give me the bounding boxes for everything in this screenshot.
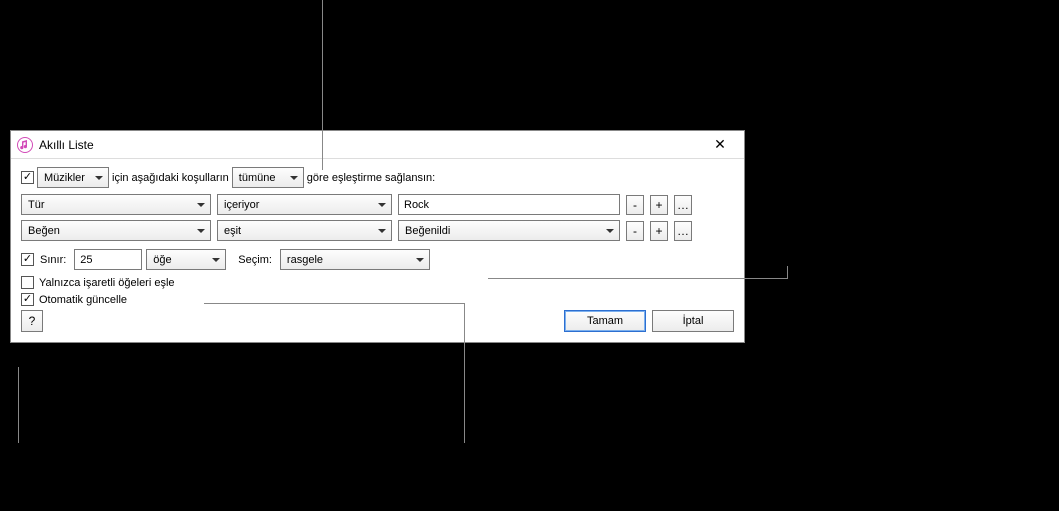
cancel-button[interactable]: İptal: [652, 310, 734, 332]
match-mode-value: tümüne: [239, 172, 276, 184]
live-update-label: Otomatik güncelle: [39, 294, 127, 306]
bottom-button-row: ? Tamam İptal: [21, 310, 734, 332]
rule-op-select[interactable]: eşit: [217, 220, 392, 241]
limit-checkbox[interactable]: [21, 253, 34, 266]
rule-op-value: içeriyor: [224, 199, 259, 211]
itunes-icon: [17, 137, 33, 153]
smart-playlist-dialog: Akıllı Liste ✕ Müzikler için aşağıdaki k…: [10, 130, 745, 343]
remove-rule-button[interactable]: -: [626, 221, 644, 241]
annotation-line: [322, 0, 323, 170]
rule-row: Tür içeriyor - + …: [21, 194, 734, 215]
annotation-line: [488, 278, 788, 279]
titlebar: Akıllı Liste ✕: [11, 131, 744, 159]
window-title: Akıllı Liste: [39, 138, 700, 152]
annotation-line: [464, 303, 465, 443]
match-text-suffix: göre eşleştirme sağlansın:: [307, 172, 435, 184]
match-enable-checkbox[interactable]: [21, 171, 34, 184]
live-update-checkbox[interactable]: [21, 293, 34, 306]
match-text-prefix: için aşağıdaki koşulların: [112, 172, 229, 184]
annotation-line: [18, 367, 19, 443]
match-checked-only-label: Yalnızca işaretli öğeleri eşle: [39, 277, 175, 289]
rule-more-button[interactable]: …: [674, 221, 692, 241]
remove-rule-button[interactable]: -: [626, 195, 644, 215]
limit-value-input[interactable]: [74, 249, 142, 270]
select-by-label: Seçim:: [238, 254, 272, 266]
rule-field-select[interactable]: Tür: [21, 194, 211, 215]
limit-label: Sınır:: [40, 254, 66, 266]
rule-field-select[interactable]: Beğen: [21, 220, 211, 241]
select-by-value: rasgele: [287, 254, 323, 266]
dialog-content: Müzikler için aşağıdaki koşulların tümün…: [11, 159, 744, 342]
match-mode-select[interactable]: tümüne: [232, 167, 304, 188]
select-by-select[interactable]: rasgele: [280, 249, 430, 270]
add-rule-button[interactable]: +: [650, 195, 668, 215]
rule-value-select[interactable]: Beğenildi: [398, 220, 620, 241]
match-checked-only-checkbox[interactable]: [21, 276, 34, 289]
ok-button[interactable]: Tamam: [564, 310, 646, 332]
annotation-line: [204, 303, 464, 304]
rule-field-value: Tür: [28, 199, 45, 211]
close-button[interactable]: ✕: [700, 133, 740, 157]
match-row: Müzikler için aşağıdaki koşulların tümün…: [21, 167, 734, 188]
rule-op-value: eşit: [224, 225, 241, 237]
rule-value-input[interactable]: [398, 194, 620, 215]
limit-unit-select[interactable]: öğe: [146, 249, 226, 270]
rule-field-value: Beğen: [28, 225, 60, 237]
limit-unit-value: öğe: [153, 254, 171, 266]
media-select-value: Müzikler: [44, 172, 85, 184]
annotation-line: [787, 266, 788, 279]
media-select[interactable]: Müzikler: [37, 167, 109, 188]
rule-op-select[interactable]: içeriyor: [217, 194, 392, 215]
close-icon: ✕: [714, 136, 726, 153]
add-rule-button[interactable]: +: [650, 221, 668, 241]
limit-row: Sınır: öğe Seçim: rasgele: [21, 249, 734, 270]
help-button[interactable]: ?: [21, 310, 43, 332]
live-update-row: Otomatik güncelle: [21, 293, 734, 306]
rule-value-select-value: Beğenildi: [405, 225, 450, 237]
rule-more-button[interactable]: …: [674, 195, 692, 215]
rule-row: Beğen eşit Beğenildi - + …: [21, 220, 734, 241]
